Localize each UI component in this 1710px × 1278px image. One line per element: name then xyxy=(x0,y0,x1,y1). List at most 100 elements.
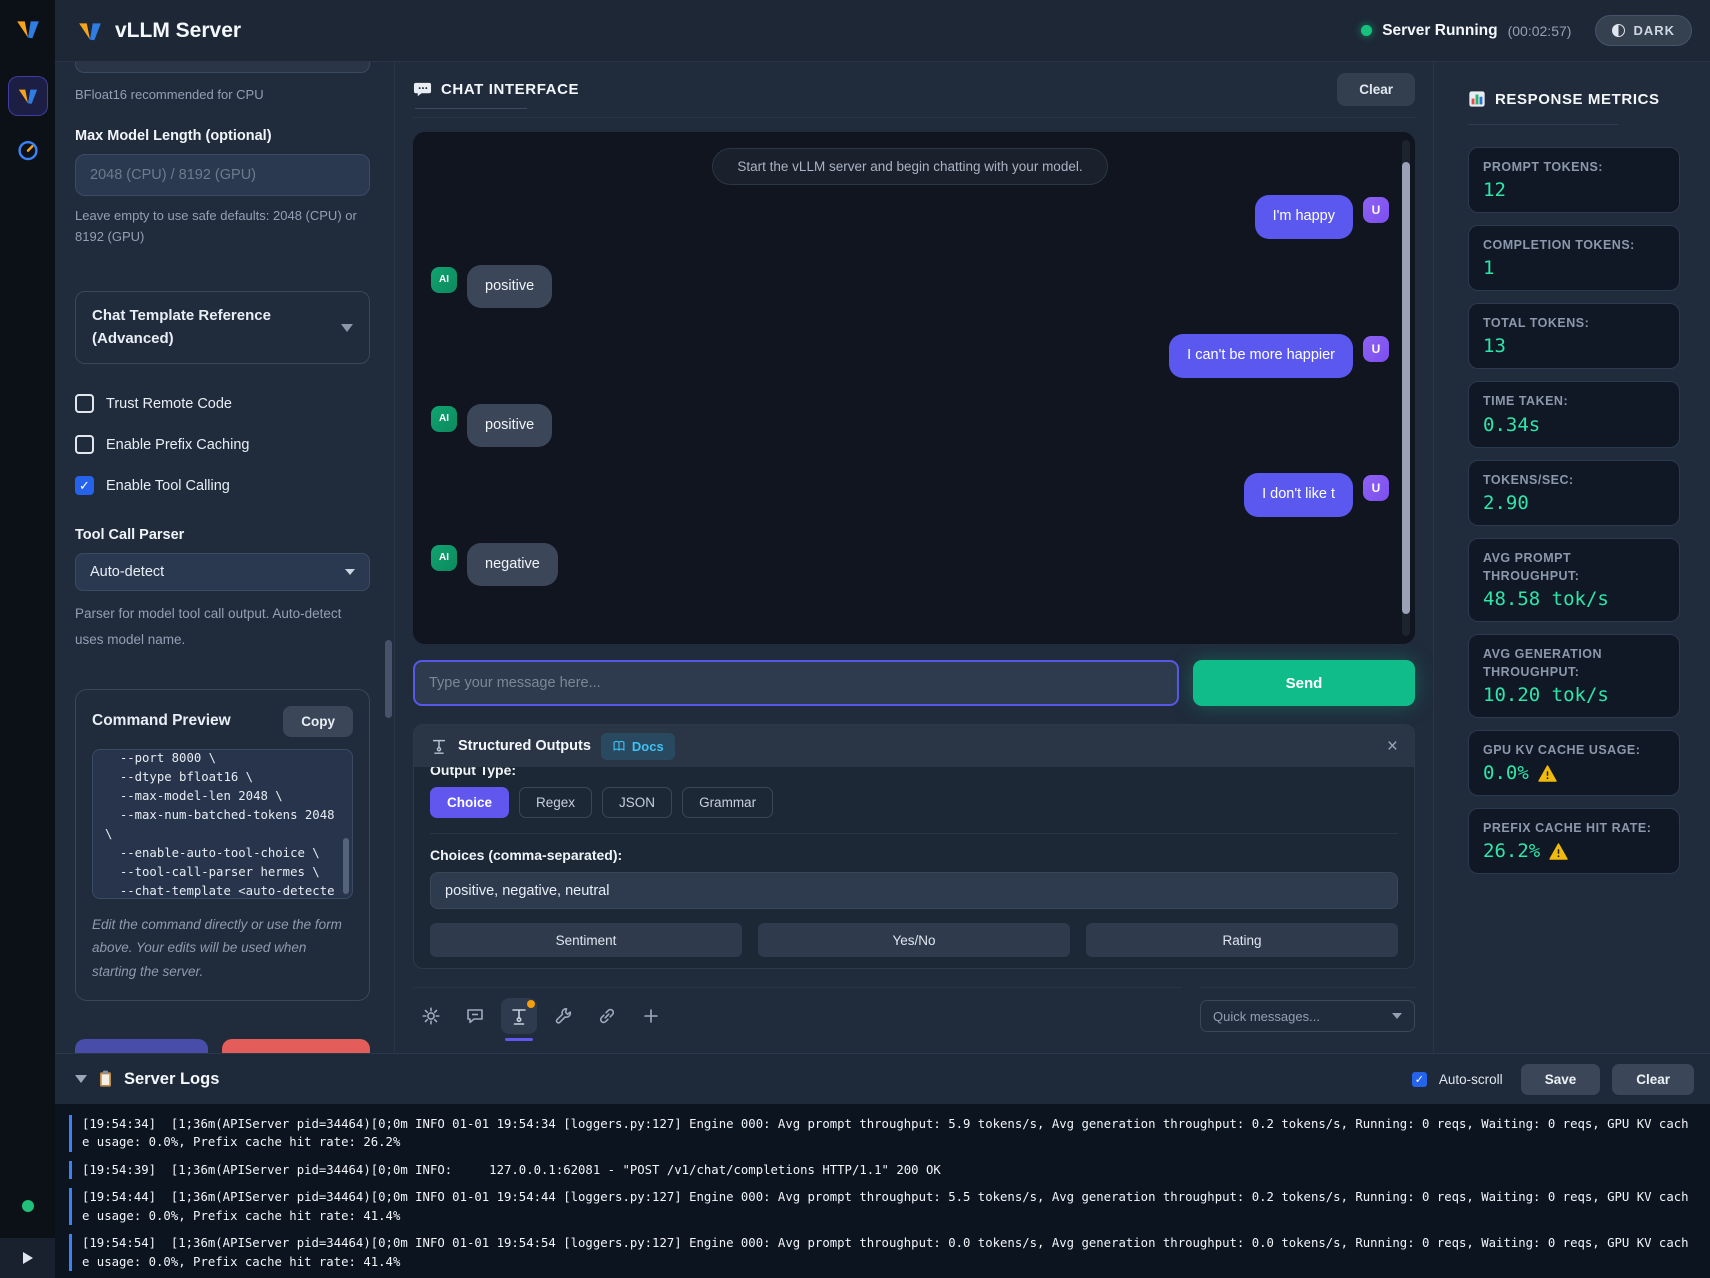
send-button[interactable]: Send xyxy=(1193,660,1415,706)
messages-scrollbar-thumb[interactable] xyxy=(1402,162,1410,614)
metric-card-tokens-per-sec: TOKENS/SEC: 2.90 xyxy=(1468,460,1680,526)
checkbox-unchecked-icon xyxy=(75,394,94,413)
enable-prefix-caching-checkbox[interactable]: Enable Prefix Caching xyxy=(75,435,370,454)
page-title: vLLM Server xyxy=(115,19,241,43)
user-message-bubble: I can't be more happier xyxy=(1169,334,1353,378)
docs-button[interactable]: Docs xyxy=(601,733,675,760)
enable-tool-calling-checkbox[interactable]: ✓ Enable Tool Calling xyxy=(75,476,370,495)
title-underline xyxy=(415,108,527,109)
max-model-length-input[interactable] xyxy=(75,154,370,196)
log-entry: [19:54:44] [1;36m(APIServer pid=34464)[0… xyxy=(69,1188,1690,1225)
command-preview-editor[interactable]: --port 8000 \ --dtype bfloat16 \ --max-m… xyxy=(92,749,353,899)
ai-avatar: AI xyxy=(431,545,457,571)
link-icon[interactable] xyxy=(589,998,625,1034)
plus-icon[interactable] xyxy=(633,998,669,1034)
autoscroll-checkbox[interactable]: ✓ xyxy=(1412,1072,1427,1087)
output-type-regex-button[interactable]: Regex xyxy=(519,787,592,818)
preset-sentiment-button[interactable]: Sentiment xyxy=(430,923,742,957)
structured-outputs-content: Output Type: Choice Regex JSON Grammar C… xyxy=(414,767,1414,957)
structured-outputs-toggle-icon[interactable] xyxy=(501,998,537,1034)
preset-rating-button[interactable]: Rating xyxy=(1086,923,1398,957)
output-type-choice-button[interactable]: Choice xyxy=(430,787,509,818)
app-header: vLLM Server Server Running (00:02:57) DA… xyxy=(55,0,1710,62)
warning-icon xyxy=(1538,765,1557,782)
chat-clear-button[interactable]: Clear xyxy=(1337,73,1415,106)
server-uptime: (00:02:57) xyxy=(1508,23,1572,39)
server-logs-title: Server Logs xyxy=(124,1070,219,1089)
tool-call-parser-select[interactable]: Auto-detect xyxy=(75,553,370,591)
close-icon[interactable]: × xyxy=(1387,737,1398,756)
max-model-length-label: Max Model Length (optional) xyxy=(75,128,370,144)
messages-area: Start the vLLM server and begin chatting… xyxy=(413,132,1415,644)
bar-chart-icon xyxy=(1468,90,1486,108)
command-preview-card: Command Preview Copy --port 8000 \ --dty… xyxy=(75,689,370,1001)
checkbox-checked-icon: ✓ xyxy=(75,476,94,495)
metric-card-prefix-cache-hit-rate: PREFIX CACHE HIT RATE: 26.2% xyxy=(1468,808,1680,874)
dtype-hint: BFloat16 recommended for CPU xyxy=(75,85,370,106)
quick-messages-select[interactable]: Quick messages... xyxy=(1200,1000,1415,1032)
clipboard-icon xyxy=(97,1069,114,1089)
dtype-select-clipped[interactable] xyxy=(75,62,370,73)
chat-title: CHAT INTERFACE xyxy=(441,81,579,98)
output-type-json-button[interactable]: JSON xyxy=(602,787,672,818)
logs-save-button[interactable]: Save xyxy=(1521,1064,1601,1095)
structured-outputs-panel: Structured Outputs Docs × Output Type: C xyxy=(413,724,1415,969)
expand-play-button[interactable] xyxy=(0,1238,55,1278)
server-logs-header: Server Logs ✓ Auto-scroll Save Clear xyxy=(55,1054,1710,1104)
choices-input[interactable] xyxy=(430,872,1398,909)
server-logs-panel: Server Logs ✓ Auto-scroll Save Clear [19… xyxy=(55,1053,1710,1278)
half-moon-icon xyxy=(1612,24,1625,37)
user-avatar: U xyxy=(1363,336,1389,362)
command-scrollbar-thumb[interactable] xyxy=(343,838,349,894)
chat-template-reference-toggle[interactable]: Chat Template Reference (Advanced) xyxy=(75,291,370,364)
copy-command-button[interactable]: Copy xyxy=(283,706,353,737)
config-panel: BFloat16 recommended for CPU Max Model L… xyxy=(55,62,395,1053)
settings-gear-icon[interactable] xyxy=(413,998,449,1034)
theme-toggle-button[interactable]: DARK xyxy=(1595,15,1692,46)
user-avatar: U xyxy=(1363,475,1389,501)
log-entry: [19:54:34] [1;36m(APIServer pid=34464)[0… xyxy=(69,1115,1690,1152)
server-logs-body: [19:54:34] [1;36m(APIServer pid=34464)[0… xyxy=(55,1104,1710,1278)
logs-clear-button[interactable]: Clear xyxy=(1612,1064,1694,1095)
toolbar-divider xyxy=(413,987,1415,988)
comment-icon[interactable] xyxy=(457,998,493,1034)
server-status-dot xyxy=(1361,25,1372,36)
choices-label: Choices (comma-separated): xyxy=(430,847,1398,863)
structured-outputs-icon xyxy=(430,737,448,755)
response-metrics-panel: RESPONSE METRICS PROMPT TOKENS: 12 COMPL… xyxy=(1433,62,1710,1053)
command-preview-title: Command Preview xyxy=(92,712,231,730)
command-preview-hint: Edit the command directly or use the for… xyxy=(92,913,353,984)
stop-server-button[interactable]: Stop Server xyxy=(222,1039,370,1053)
active-badge-dot xyxy=(527,1000,535,1008)
metric-card-time-taken: TIME TAKEN: 0.34s xyxy=(1468,381,1680,447)
rail-nav-server-icon[interactable] xyxy=(8,76,48,116)
config-scrollbar-thumb[interactable] xyxy=(385,640,392,718)
ai-message-bubble: negative xyxy=(467,543,558,587)
tool-call-parser-hint: Parser for model tool call output. Auto-… xyxy=(75,601,370,652)
output-type-grammar-button[interactable]: Grammar xyxy=(682,787,773,818)
server-status-label: Server Running xyxy=(1382,22,1497,40)
play-icon xyxy=(23,1252,33,1264)
chat-notice: Start the vLLM server and begin chatting… xyxy=(712,148,1107,185)
chevron-down-icon xyxy=(345,569,355,575)
command-text: --port 8000 \ --dtype bfloat16 \ --max-m… xyxy=(105,749,338,899)
metric-card-avg-prompt-throughput: AVG PROMPT THROUGHPUT: 48.58 tok/s xyxy=(1468,538,1680,622)
max-model-length-hint: Leave empty to use safe defaults: 2048 (… xyxy=(75,206,370,248)
start-server-button[interactable]: Start Server xyxy=(75,1039,208,1053)
metric-card-total-tokens: TOTAL TOKENS: 13 xyxy=(1468,303,1680,369)
ai-message-bubble: positive xyxy=(467,404,552,448)
trust-remote-code-checkbox[interactable]: Trust Remote Code xyxy=(75,394,370,413)
icon-rail xyxy=(0,0,55,1278)
metrics-title: RESPONSE METRICS xyxy=(1495,91,1660,108)
ai-avatar: AI xyxy=(431,267,457,293)
message-row-ai: AI positive xyxy=(431,265,1389,309)
rail-nav-gauge-icon[interactable] xyxy=(16,138,40,162)
checkbox-unchecked-icon xyxy=(75,435,94,454)
wrench-icon[interactable] xyxy=(545,998,581,1034)
message-row-user: I don't like t U xyxy=(431,473,1389,517)
chat-message-input[interactable] xyxy=(413,660,1179,706)
preset-yesno-button[interactable]: Yes/No xyxy=(758,923,1070,957)
logs-collapse-triangle-icon[interactable] xyxy=(75,1075,87,1083)
app-title: vLLM Server xyxy=(77,18,241,44)
ai-avatar: AI xyxy=(431,406,457,432)
